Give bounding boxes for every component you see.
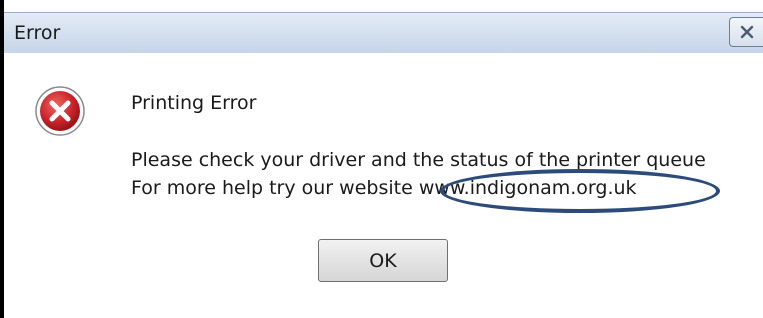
message-line-2-prefix: For more help try our website (131, 177, 419, 199)
website-link[interactable]: www.indigonam.org.uk (419, 177, 637, 199)
title-bar[interactable]: Error (4, 12, 763, 54)
error-heading: Printing Error (131, 92, 257, 114)
window-title: Error (14, 22, 61, 44)
close-button[interactable] (729, 17, 763, 47)
message-line-1: Please check your driver and the status … (131, 149, 706, 171)
error-icon (35, 86, 85, 136)
error-dialog-window: Error Printing Error Please check your d… (0, 0, 763, 318)
close-icon (740, 25, 754, 39)
ok-button[interactable]: OK (318, 239, 448, 282)
message-line-2: For more help try our website www.indigo… (131, 177, 637, 199)
dialog-content: Printing Error Please check your driver … (4, 53, 763, 318)
